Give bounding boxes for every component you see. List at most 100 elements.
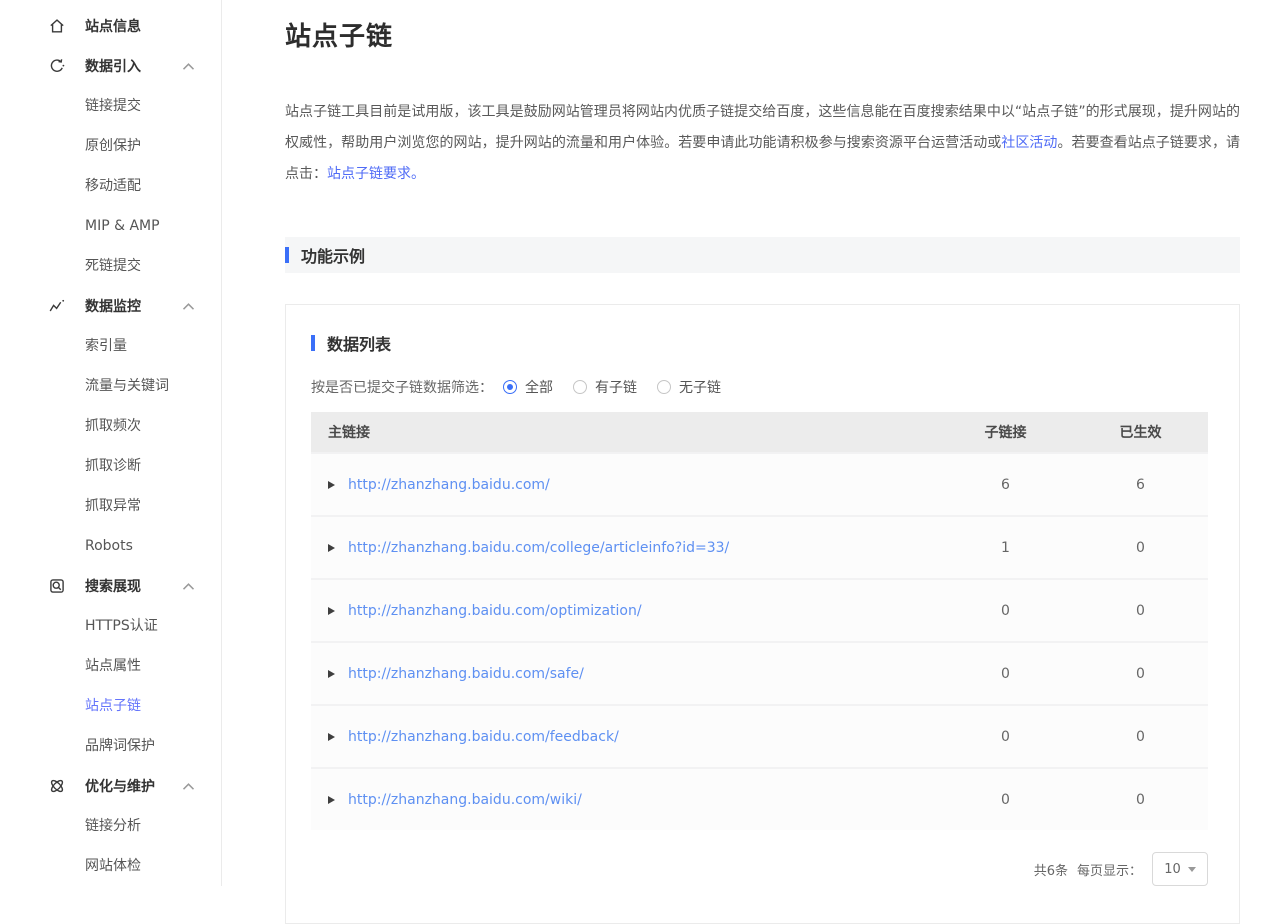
sublink-count: 0: [938, 792, 1073, 808]
sidebar-item-search-display-3[interactable]: 品牌词保护: [0, 726, 221, 766]
filter-option-label: 无子链: [679, 377, 721, 397]
home-icon: [48, 17, 66, 35]
chevron-down-icon: [1188, 867, 1196, 872]
chevron-up-icon[interactable]: [182, 782, 195, 791]
effective-count: 0: [1073, 603, 1208, 619]
chevron-up-icon[interactable]: [182, 302, 195, 311]
filter-option-1[interactable]: 有子链: [573, 377, 637, 397]
main-link-cell: http://zhanzhang.baidu.com/feedback/: [311, 729, 938, 745]
main-link-cell: http://zhanzhang.baidu.com/optimization/: [311, 603, 938, 619]
sublink-table: 主链接 子链接 已生效 http://zhanzhang.baidu.com/6…: [311, 412, 1208, 830]
expand-caret-icon[interactable]: [328, 733, 335, 741]
atom-icon: [48, 777, 66, 795]
data-list-title: 数据列表: [327, 331, 391, 355]
sidebar-section-label: 搜索展现: [85, 576, 141, 596]
sidebar-item-data-import-2[interactable]: 移动适配: [0, 166, 221, 206]
sidebar-item-search-display-1[interactable]: 站点属性: [0, 646, 221, 686]
effective-count: 0: [1073, 729, 1208, 745]
search-icon: [48, 577, 66, 595]
table-body: http://zhanzhang.baidu.com/66http://zhan…: [311, 452, 1208, 830]
sidebar-section-label: 数据引入: [85, 56, 141, 76]
table-header: 主链接 子链接 已生效: [311, 412, 1208, 452]
sidebar-section-label: 站点信息: [85, 16, 141, 36]
main-content: 站点子链 站点子链工具目前是试用版，该工具是鼓励网站管理员将网站内优质子链提交给…: [222, 16, 1280, 924]
sidebar-section-data-monitor[interactable]: 数据监控: [0, 286, 221, 326]
intro-paragraph: 站点子链工具目前是试用版，该工具是鼓励网站管理员将网站内优质子链提交给百度，这些…: [285, 97, 1240, 190]
total-count: 共6条: [1034, 860, 1068, 879]
feature-example-title: 功能示例: [301, 243, 365, 267]
main-link-cell: http://zhanzhang.baidu.com/: [311, 477, 938, 493]
sublink-count: 0: [938, 729, 1073, 745]
filter-option-label: 全部: [525, 377, 553, 397]
main-link-cell: http://zhanzhang.baidu.com/wiki/: [311, 792, 938, 808]
effective-count: 0: [1073, 540, 1208, 556]
filter-option-2[interactable]: 无子链: [657, 377, 721, 397]
sidebar-item-data-monitor-0[interactable]: 索引量: [0, 326, 221, 366]
page-title: 站点子链: [285, 16, 1240, 53]
expand-caret-icon[interactable]: [328, 796, 335, 804]
column-main-link: 主链接: [311, 422, 938, 442]
main-link-url[interactable]: http://zhanzhang.baidu.com/college/artic…: [348, 540, 729, 556]
main-link-cell: http://zhanzhang.baidu.com/college/artic…: [311, 540, 938, 556]
chevron-up-icon[interactable]: [182, 62, 195, 71]
sidebar-item-data-import-1[interactable]: 原创保护: [0, 126, 221, 166]
main-link-url[interactable]: http://zhanzhang.baidu.com/wiki/: [348, 792, 582, 808]
main-link-url[interactable]: http://zhanzhang.baidu.com/optimization/: [348, 603, 642, 619]
sidebar-item-data-import-3[interactable]: MIP & AMP: [0, 206, 221, 246]
filter-option-label: 有子链: [595, 377, 637, 397]
expand-caret-icon[interactable]: [328, 607, 335, 615]
sidebar-section-site-info[interactable]: 站点信息: [0, 6, 221, 46]
chevron-up-icon[interactable]: [182, 582, 195, 591]
table-row: http://zhanzhang.baidu.com/optimization/…: [311, 578, 1208, 641]
sidebar-section-data-import[interactable]: 数据引入: [0, 46, 221, 86]
data-list-card: 数据列表 按是否已提交子链数据筛选： 全部 有子链 无子链 主链接 子链接 已生效 …: [285, 304, 1240, 924]
table-row: http://zhanzhang.baidu.com/safe/00: [311, 641, 1208, 704]
radio-checked-icon[interactable]: [503, 380, 517, 394]
sidebar-section-label: 优化与维护: [85, 776, 155, 796]
sublink-count: 0: [938, 666, 1073, 682]
per-page-label: 每页显示：: [1077, 860, 1142, 879]
sidebar-item-data-import-0[interactable]: 链接提交: [0, 86, 221, 126]
sidebar-item-data-monitor-3[interactable]: 抓取诊断: [0, 446, 221, 486]
data-list-header: 数据列表: [311, 331, 1208, 355]
filter-label: 按是否已提交子链数据筛选：: [311, 377, 493, 397]
effective-count: 0: [1073, 792, 1208, 808]
filter-options: 全部 有子链 无子链: [493, 377, 721, 397]
sidebar-nav: 站点信息数据引入链接提交原创保护移动适配MIP & AMP死链提交数据监控索引量…: [0, 6, 221, 886]
radio-unchecked-icon[interactable]: [573, 380, 587, 394]
main-link-url[interactable]: http://zhanzhang.baidu.com/safe/: [348, 666, 584, 682]
effective-count: 0: [1073, 666, 1208, 682]
per-page-value: 10: [1164, 862, 1181, 877]
sublink-count: 1: [938, 540, 1073, 556]
accent-bar: [285, 247, 289, 263]
sidebar-item-data-monitor-1[interactable]: 流量与关键词: [0, 366, 221, 406]
radio-unchecked-icon[interactable]: [657, 380, 671, 394]
sidebar-item-data-monitor-5[interactable]: Robots: [0, 526, 221, 566]
feature-example-section-header: 功能示例: [285, 237, 1240, 273]
column-sublinks: 子链接: [938, 422, 1073, 442]
expand-caret-icon[interactable]: [328, 544, 335, 552]
sidebar-item-data-monitor-2[interactable]: 抓取频次: [0, 406, 221, 446]
sidebar-item-optimize-maintain-0[interactable]: 链接分析: [0, 806, 221, 846]
main-link-url[interactable]: http://zhanzhang.baidu.com/feedback/: [348, 729, 619, 745]
main-link-url[interactable]: http://zhanzhang.baidu.com/: [348, 477, 550, 493]
sidebar-section-label: 数据监控: [85, 296, 141, 316]
sidebar-item-search-display-2[interactable]: 站点子链: [0, 686, 221, 726]
sidebar-section-search-display[interactable]: 搜索展现: [0, 566, 221, 606]
per-page-select[interactable]: 10: [1152, 852, 1208, 886]
sidebar-item-optimize-maintain-1[interactable]: 网站体检: [0, 846, 221, 886]
main-link-cell: http://zhanzhang.baidu.com/safe/: [311, 666, 938, 682]
filter-option-0[interactable]: 全部: [503, 377, 553, 397]
sidebar-item-data-monitor-4[interactable]: 抓取异常: [0, 486, 221, 526]
expand-caret-icon[interactable]: [328, 481, 335, 489]
table-row: http://zhanzhang.baidu.com/66: [311, 452, 1208, 515]
sidebar-item-data-import-4[interactable]: 死链提交: [0, 246, 221, 286]
sidebar-item-search-display-0[interactable]: HTTPS认证: [0, 606, 221, 646]
table-row: http://zhanzhang.baidu.com/wiki/00: [311, 767, 1208, 830]
sidebar-section-optimize-maintain[interactable]: 优化与维护: [0, 766, 221, 806]
effective-count: 6: [1073, 477, 1208, 493]
community-activity-link[interactable]: 社区活动: [1001, 135, 1057, 151]
pagination: 共6条 每页显示： 10: [311, 852, 1208, 886]
expand-caret-icon[interactable]: [328, 670, 335, 678]
sublink-requirements-link[interactable]: 站点子链要求。: [327, 166, 425, 182]
